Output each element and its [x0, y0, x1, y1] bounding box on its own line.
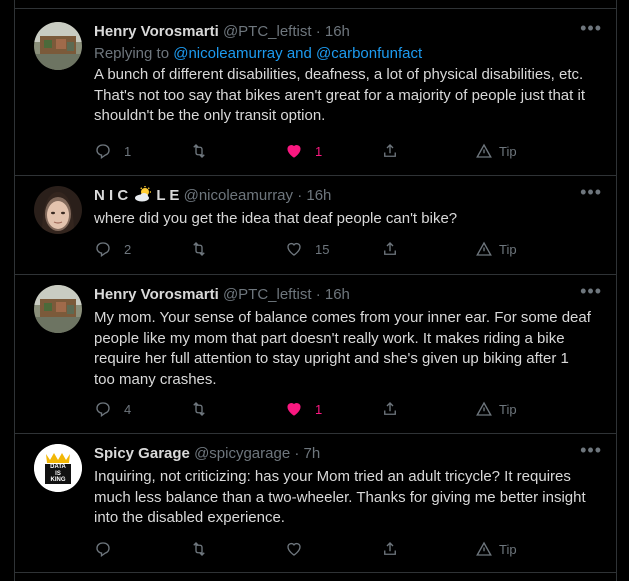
action-bar: 4 1 Tip [15, 400, 616, 422]
reply-button[interactable]: 1 [94, 142, 131, 160]
more-icon[interactable]: ••• [580, 281, 602, 302]
like-button[interactable]: 1 [285, 142, 322, 160]
timestamp[interactable]: 16h [325, 23, 350, 40]
author-name[interactable]: Spicy Garage [94, 445, 190, 462]
reply-icon [96, 402, 110, 418]
more-icon[interactable]: ••• [580, 182, 602, 203]
retweet-icon [193, 144, 205, 158]
tip-icon [476, 143, 492, 158]
like-button[interactable]: 1 [285, 400, 322, 418]
timestamp[interactable]: 16h [325, 286, 350, 303]
tweet-1[interactable]: Henry Vorosmarti @PTC_leftist · 16h ••• … [15, 9, 616, 175]
share-icon [384, 144, 396, 157]
author-handle[interactable]: @PTC_leftist [223, 286, 312, 303]
tip-icon [476, 541, 492, 556]
divider [15, 572, 616, 573]
retweet-icon [193, 542, 205, 556]
tweet-text: where did you get the idea that deaf peo… [94, 210, 458, 227]
action-bar: Tip [15, 540, 616, 562]
like-button[interactable] [285, 540, 315, 558]
tip-button[interactable]: Tip [475, 240, 517, 258]
heart-icon [287, 145, 301, 158]
heart-icon [287, 242, 301, 256]
retweet-icon [193, 402, 205, 416]
reply-button[interactable]: 2 [94, 240, 131, 258]
tweet-4[interactable]: DATA IS KING Spicy Garage @spicygarage ·… [15, 434, 616, 572]
tweet-3[interactable]: Henry Vorosmarti @PTC_leftist · 16h ••• … [15, 275, 616, 433]
heart-icon [287, 542, 301, 556]
more-icon[interactable]: ••• [580, 440, 602, 461]
tweet-2[interactable]: N I C L E @nicoleamurray · 16h ••• where… [15, 176, 616, 274]
avatar-logo-text: DATA IS KING [50, 464, 66, 483]
share-button[interactable] [381, 400, 399, 418]
share-button[interactable] [381, 240, 399, 258]
share-button[interactable] [381, 540, 399, 558]
tip-icon [476, 241, 492, 256]
timestamp[interactable]: 16h [306, 187, 331, 204]
share-button[interactable] [381, 142, 399, 160]
timeline: Henry Vorosmarti @PTC_leftist · 16h ••• … [14, 0, 617, 581]
tip-button[interactable]: Tip [475, 540, 517, 558]
tweet-text: Inquiring, not criticizing: has your Mom… [94, 468, 586, 526]
author-name[interactable]: Henry Vorosmarti [94, 286, 219, 303]
avatar-spicy-garage[interactable]: DATA IS KING [34, 444, 82, 492]
author-handle[interactable]: @PTC_leftist [223, 23, 312, 40]
retweet-icon [193, 242, 205, 256]
avatar-henry[interactable] [34, 285, 82, 333]
reply-icon [96, 542, 110, 558]
author-name[interactable]: Henry Vorosmarti [94, 23, 219, 40]
action-bar: 1 1 Tip [15, 142, 616, 164]
author-name[interactable]: N I C L E [94, 186, 179, 204]
reply-button[interactable] [94, 540, 124, 558]
like-button[interactable]: 15 [285, 240, 329, 258]
reply-button[interactable]: 4 [94, 400, 131, 418]
tip-icon [476, 401, 492, 416]
reply-icon [96, 242, 110, 258]
retweet-button[interactable] [190, 400, 220, 418]
retweet-button[interactable] [190, 540, 220, 558]
share-icon [384, 402, 396, 415]
reply-icon [96, 144, 110, 160]
avatar-nicole[interactable] [34, 186, 82, 234]
author-handle[interactable]: @spicygarage [194, 445, 290, 462]
tip-button[interactable]: Tip [475, 400, 517, 418]
retweet-button[interactable] [190, 142, 220, 160]
tweet-text: A bunch of different disabilities, deafn… [94, 66, 585, 124]
replying-to-links[interactable]: @nicoleamurray and @carbonfunfact [173, 45, 422, 62]
replying-to: Replying to @nicoleamurray and @carbonfu… [94, 45, 423, 62]
sun-cloud-icon [135, 186, 152, 202]
tip-button[interactable]: Tip [475, 142, 517, 160]
share-icon [384, 542, 396, 555]
tweet-text: My mom. Your sense of balance comes from… [94, 309, 591, 388]
author-handle[interactable]: @nicoleamurray [184, 187, 293, 204]
avatar-henry[interactable] [34, 22, 82, 70]
more-icon[interactable]: ••• [580, 18, 602, 39]
share-icon [384, 242, 396, 255]
timestamp[interactable]: 7h [304, 445, 321, 462]
heart-icon [287, 403, 301, 416]
retweet-button[interactable] [190, 240, 220, 258]
action-bar: 2 15 Tip [15, 240, 616, 262]
